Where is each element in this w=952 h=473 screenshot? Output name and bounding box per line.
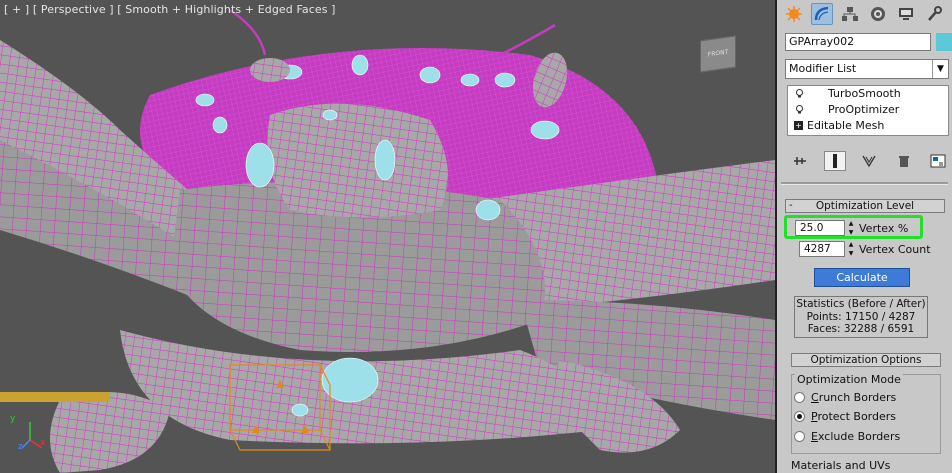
optimization-options-rollout[interactable]: Optimization Options (791, 353, 941, 367)
motion-icon (871, 7, 885, 21)
object-color-swatch[interactable] (936, 33, 952, 51)
optimization-mode-label: Optimization Mode (795, 373, 903, 386)
make-unique-icon (862, 155, 876, 168)
vertex-count-row: 4287 ▲ ▼ Vertex Count (795, 240, 945, 258)
lightbulb-icon[interactable] (795, 105, 804, 114)
radio-label: Crunch Borders (811, 390, 897, 404)
modifier-list-label: Modifier List (789, 62, 857, 75)
command-panel-tabs (777, 0, 952, 28)
axis-x-label: x (40, 438, 46, 448)
statistics-box: Statistics (Before / After) Points: 1715… (794, 296, 928, 338)
vertex-percent-highlight (784, 215, 923, 239)
viewport-label[interactable]: [ + ] [ Perspective ] [ Smooth + Highlig… (4, 3, 336, 16)
stack-item-prooptimizer[interactable]: ProOptimizer (788, 102, 948, 118)
hierarchy-icon (842, 7, 858, 21)
stack-item-editable-mesh[interactable]: + Editable Mesh (788, 118, 948, 134)
stats-title: Statistics (Before / After) (796, 298, 926, 310)
perspective-viewport[interactable]: [ + ] [ Perspective ] [ Smooth + Highlig… (0, 0, 777, 473)
spinner-down-icon[interactable]: ▼ (849, 250, 854, 257)
display-icon (899, 8, 913, 20)
stack-item-turbosmooth[interactable]: TurboSmooth (788, 86, 948, 102)
create-tab[interactable] (783, 3, 805, 25)
configure-icon (930, 154, 946, 168)
radio-crunch-borders[interactable]: Crunch Borders (794, 389, 896, 405)
make-unique-button[interactable] (858, 151, 880, 171)
radio-exclude-borders[interactable]: Exclude Borders (794, 428, 900, 444)
crab-mesh-render (0, 8, 775, 473)
optimization-level-rollout[interactable]: - Optimization Level (785, 199, 945, 213)
modify-tab[interactable] (811, 3, 833, 25)
create-icon (786, 6, 802, 22)
vertex-count-field[interactable]: 4287 (799, 241, 845, 257)
radio-protect-borders[interactable]: Protect Borders (794, 408, 896, 424)
modifier-list-dropdown[interactable]: Modifier List ▼ (785, 59, 949, 79)
show-end-result-button[interactable] (823, 151, 846, 171)
utilities-icon (928, 6, 942, 21)
hierarchy-tab[interactable] (839, 3, 861, 25)
stats-faces: Faces: 32288 / 6591 (807, 323, 915, 335)
stack-item-label: TurboSmooth (828, 87, 901, 100)
radio-label: Exclude Borders (811, 429, 901, 443)
collapse-minus-icon[interactable]: - (789, 200, 793, 212)
modify-icon (814, 6, 829, 21)
configure-sets-button[interactable] (927, 151, 949, 171)
materials-uvs-group-label: Materials and UVs (791, 459, 891, 472)
stats-points: Points: 17150 / 4287 (806, 310, 916, 323)
viewcube[interactable]: FRONT (700, 35, 736, 73)
remove-modifier-button[interactable] (893, 151, 915, 171)
radio-button[interactable] (794, 391, 805, 403)
axis-y-label: y (10, 414, 16, 424)
motion-tab[interactable] (867, 3, 889, 25)
pin-stack-button[interactable] (789, 151, 811, 171)
rollout-title: Optimization Level (815, 200, 915, 212)
vertex-count-label: Vertex Count (859, 242, 931, 256)
pin-icon (794, 157, 806, 165)
axis-z-label: z (18, 442, 23, 452)
expand-plus-icon[interactable]: + (794, 121, 803, 130)
object-name-field[interactable]: GPArray002 (785, 33, 931, 51)
radio-button[interactable] (794, 430, 805, 442)
stack-toolbar (789, 150, 949, 172)
viewcube-face-label: FRONT (707, 48, 729, 59)
display-tab[interactable] (895, 3, 917, 25)
modifier-stack: TurboSmooth ProOptimizer + Editable Mesh (787, 85, 949, 136)
utilities-tab[interactable] (923, 3, 945, 25)
rollout-title: Optimization Options (810, 354, 922, 366)
end-result-icon (832, 154, 837, 168)
lightbulb-icon[interactable] (795, 89, 804, 98)
divider (781, 182, 948, 185)
trash-icon (898, 156, 909, 167)
spinner-up-icon[interactable]: ▲ (849, 241, 854, 248)
axis-tripod-icon (21, 422, 43, 449)
stack-item-label: Editable Mesh (807, 119, 885, 132)
radio-label: Protect Borders (811, 409, 897, 423)
stack-item-label: ProOptimizer (828, 103, 900, 116)
vertex-count-spinner[interactable]: ▲ ▼ (847, 241, 855, 257)
radio-button-selected[interactable] (794, 410, 805, 422)
calculate-button[interactable]: Calculate (814, 268, 910, 287)
chevron-down-icon[interactable]: ▼ (932, 60, 948, 78)
